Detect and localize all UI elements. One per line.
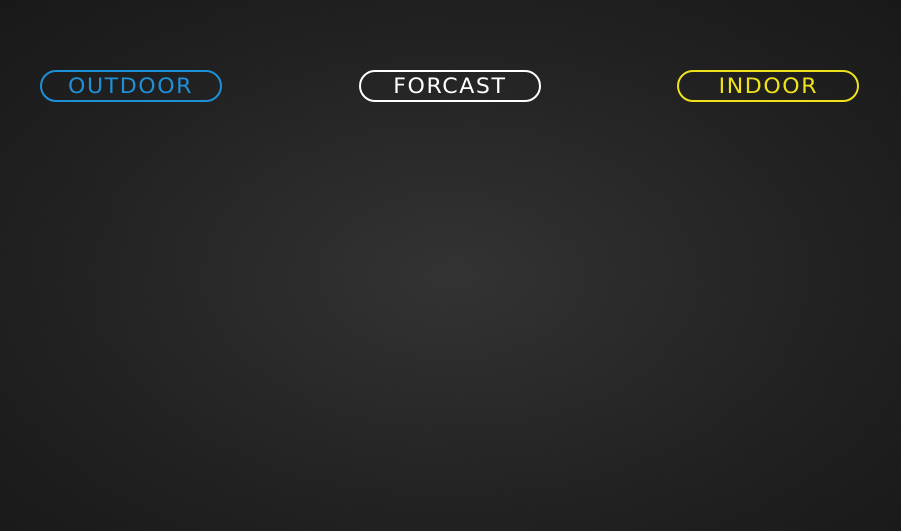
tab-outdoor[interactable]: OUTDOOR [40, 70, 222, 102]
tab-outdoor-label: OUTDOOR [68, 73, 194, 98]
tab-forcast-label: FORCAST [393, 73, 507, 98]
tab-indoor[interactable]: INDOOR [677, 70, 859, 102]
tab-forcast[interactable]: FORCAST [359, 70, 541, 102]
tab-indoor-label: INDOOR [718, 73, 818, 98]
